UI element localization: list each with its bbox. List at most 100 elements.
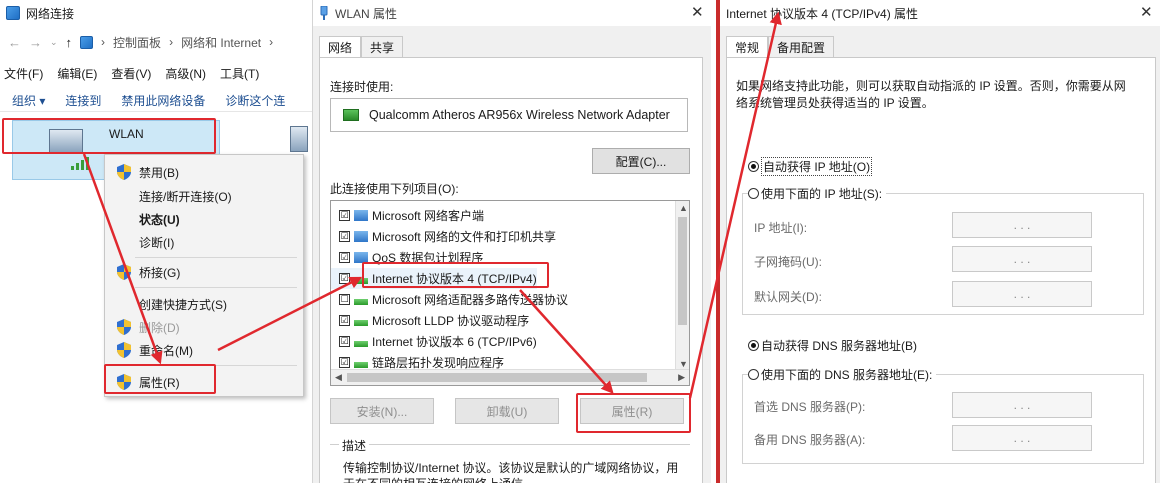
- intro-text: 如果网络支持此功能，则可以获取自动指派的 IP 设置。否则，你需要从网络系统管理…: [736, 79, 1126, 110]
- menu-edit[interactable]: 编辑(E): [57, 65, 97, 82]
- list-item[interactable]: ☑ Microsoft 网络的文件和打印机共享: [331, 226, 556, 247]
- wlan-properties-dialog: WLAN 属性 ✕ 网络 共享 连接时使用: Qualcomm Atheros …: [313, 0, 711, 483]
- item-checkbox[interactable]: ☐: [339, 294, 350, 305]
- horizontal-scrollbar[interactable]: ◀ ▶: [331, 369, 689, 385]
- item-label: Microsoft 网络的文件和打印机共享: [372, 230, 557, 244]
- scroll-thumb[interactable]: [347, 373, 647, 382]
- ctx-diagnose[interactable]: 诊断(I): [105, 231, 303, 253]
- dialog-title: WLAN 属性: [335, 6, 398, 21]
- item-label: Microsoft 网络适配器多路传送器协议: [372, 293, 569, 307]
- gateway-label: 默认网关(D):: [754, 290, 822, 304]
- gateway-field[interactable]: . . .: [952, 281, 1092, 307]
- protocol-icon: [354, 299, 368, 305]
- scroll-right-icon[interactable]: ▶: [678, 372, 685, 383]
- ip-address-field[interactable]: . . .: [952, 212, 1092, 238]
- scroll-thumb[interactable]: [678, 217, 687, 325]
- auto-dns-label: 自动获得 DNS 服务器地址(B): [761, 339, 918, 353]
- forward-arrow-icon[interactable]: →: [29, 35, 42, 50]
- diagnose-button[interactable]: 诊断这个连: [225, 92, 285, 109]
- auto-dns-option[interactable]: 自动获得 DNS 服务器地址(B): [748, 337, 917, 354]
- list-item[interactable]: ☑ Microsoft 网络客户端: [331, 205, 484, 226]
- ctx-delete[interactable]: 删除(D): [105, 316, 303, 338]
- protocol-list[interactable]: ☑ Microsoft 网络客户端 ☑ Microsoft 网络的文件和打印机共…: [330, 200, 690, 386]
- menu-view[interactable]: 查看(V): [111, 65, 151, 82]
- list-item[interactable]: ☐ Microsoft 网络适配器多路传送器协议: [331, 289, 568, 310]
- ctx-connect-disconnect[interactable]: 连接/断开连接(O): [105, 185, 303, 207]
- organize-button[interactable]: 组织 ▾: [12, 92, 45, 109]
- scroll-up-icon[interactable]: ▲: [679, 203, 688, 213]
- subnet-mask-label: 子网掩码(U):: [754, 255, 822, 269]
- highlight-properties-button: [576, 393, 691, 433]
- list-item[interactable]: ☑ Microsoft LLDP 协议驱动程序: [331, 310, 529, 331]
- menu-separator: [135, 287, 297, 288]
- item-checkbox[interactable]: ☑: [339, 315, 350, 326]
- vertical-scrollbar[interactable]: ▲ ▼: [675, 201, 689, 371]
- menu-file[interactable]: 文件(F): [4, 65, 43, 82]
- uninstall-button[interactable]: 卸载(U): [455, 398, 559, 424]
- menu-advanced[interactable]: 高级(N): [165, 65, 206, 82]
- item-checkbox[interactable]: ☑: [339, 336, 350, 347]
- breadcrumb-control-panel[interactable]: 控制面板: [113, 34, 161, 51]
- preferred-dns-field[interactable]: . . .: [952, 392, 1092, 418]
- install-button[interactable]: 安装(N)...: [330, 398, 434, 424]
- item-checkbox[interactable]: ☑: [339, 231, 350, 242]
- ctx-status[interactable]: 状态(U): [105, 208, 303, 230]
- alternate-dns-field[interactable]: . . .: [952, 425, 1092, 451]
- network-connections-icon: [6, 6, 20, 20]
- auto-ip-option[interactable]: 自动获得 IP 地址(O): [748, 157, 873, 176]
- ctx-bridge[interactable]: 桥接(G): [105, 261, 303, 283]
- command-bar: 组织 ▾ 连接到 禁用此网络设备 诊断这个连: [0, 90, 312, 112]
- sharing-icon: [354, 231, 368, 242]
- menu-bar: 文件(F) 编辑(E) 查看(V) 高级(N) 工具(T): [0, 62, 312, 84]
- network-adapter-icon: [320, 6, 328, 20]
- description-label: 描述: [339, 437, 370, 454]
- highlight-ipv4-item: [362, 262, 549, 288]
- list-item[interactable]: ☑ Internet 协议版本 6 (TCP/IPv6): [331, 331, 537, 352]
- tab-alternate-config[interactable]: 备用配置: [768, 36, 835, 58]
- tab-strip: 网络 共享: [319, 36, 404, 58]
- tab-network[interactable]: 网络: [319, 36, 362, 58]
- other-adapter-icon[interactable]: [290, 126, 308, 152]
- auto-ip-radio[interactable]: [748, 161, 759, 172]
- item-checkbox[interactable]: ☑: [339, 252, 350, 263]
- scroll-down-icon[interactable]: ▼: [679, 359, 688, 369]
- disable-device-button[interactable]: 禁用此网络设备: [121, 92, 205, 109]
- scroll-left-icon[interactable]: ◀: [335, 372, 342, 383]
- back-arrow-icon[interactable]: ←: [8, 35, 21, 50]
- ctx-create-shortcut[interactable]: 创建快捷方式(S): [105, 293, 303, 315]
- recent-dropdown-icon[interactable]: ⌄: [50, 37, 58, 48]
- close-icon[interactable]: ✕: [691, 3, 704, 21]
- manual-dns-option[interactable]: 使用下面的 DNS 服务器地址(E):: [748, 366, 937, 383]
- close-icon[interactable]: ✕: [1140, 3, 1153, 21]
- auto-dns-radio[interactable]: [748, 340, 759, 351]
- manual-ip-option[interactable]: 使用下面的 IP 地址(S):: [748, 185, 887, 202]
- manual-dns-radio[interactable]: [748, 369, 759, 380]
- tab-general[interactable]: 常规: [726, 36, 769, 58]
- adapter-name: Qualcomm Atheros AR956x Wireless Network…: [369, 108, 670, 122]
- item-checkbox[interactable]: ☑: [339, 273, 350, 284]
- configure-button[interactable]: 配置(C)...: [592, 148, 690, 174]
- subnet-mask-field[interactable]: . . .: [952, 246, 1092, 272]
- up-arrow-icon[interactable]: ↑: [66, 35, 73, 50]
- item-label: Internet 协议版本 6 (TCP/IPv6): [372, 335, 537, 349]
- address-bar: ← → ⌄ ↑ › 控制面板 › 网络和 Internet ›: [0, 30, 312, 54]
- item-label: Microsoft 网络客户端: [372, 209, 485, 223]
- item-label: Microsoft LLDP 协议驱动程序: [372, 314, 530, 328]
- context-menu: 禁用(B) 连接/断开连接(O) 状态(U) 诊断(I) 桥接(G) 创建快捷方…: [104, 154, 304, 397]
- breadcrumb-separator: ›: [269, 35, 274, 49]
- preferred-dns-label: 首选 DNS 服务器(P):: [754, 400, 866, 414]
- title-bar: Internet 协议版本 4 (TCP/IPv4) 属性: [720, 0, 1160, 26]
- highlight-properties-menu: [104, 364, 216, 394]
- protocol-icon: [354, 362, 368, 368]
- breadcrumb-separator: ›: [101, 35, 106, 49]
- protocol-icon: [354, 320, 368, 326]
- ctx-disable[interactable]: 禁用(B): [105, 161, 303, 183]
- connect-to-button[interactable]: 连接到: [65, 92, 101, 109]
- menu-tools[interactable]: 工具(T): [220, 65, 259, 82]
- manual-ip-radio[interactable]: [748, 188, 759, 199]
- breadcrumb-network[interactable]: 网络和 Internet: [181, 34, 261, 51]
- item-checkbox[interactable]: ☑: [339, 357, 350, 368]
- ctx-rename[interactable]: 重命名(M): [105, 339, 303, 361]
- item-checkbox[interactable]: ☑: [339, 210, 350, 221]
- tab-sharing[interactable]: 共享: [361, 36, 404, 58]
